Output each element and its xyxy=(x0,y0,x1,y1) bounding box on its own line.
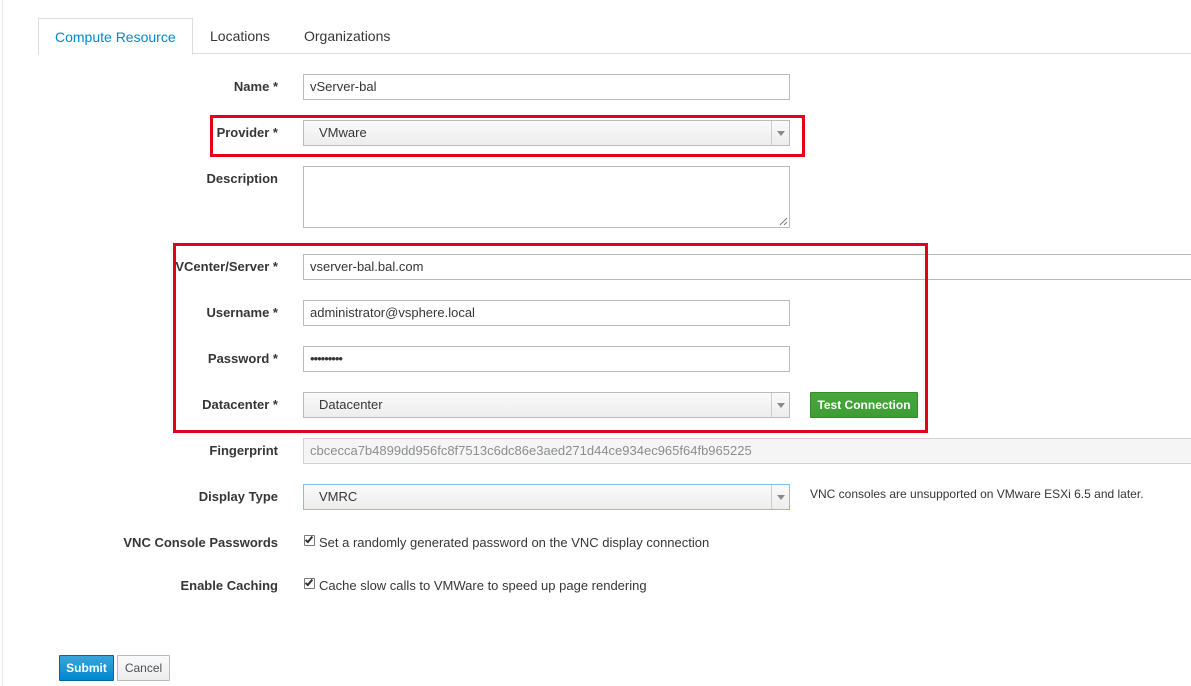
resize-grip-icon[interactable] xyxy=(779,217,788,226)
caching-checkbox[interactable] xyxy=(304,577,315,589)
submit-button[interactable]: Submit xyxy=(59,655,114,681)
chevron-down-icon xyxy=(777,495,785,500)
checkmark-icon xyxy=(304,577,314,587)
display-type-help-text: VNC consoles are unsupported on VMware E… xyxy=(810,487,1144,501)
tab-locations[interactable]: Locations xyxy=(194,18,286,54)
display-type-value: VMRC xyxy=(319,489,358,504)
display-type-label: Display Type xyxy=(198,489,278,504)
checkmark-icon xyxy=(304,534,314,544)
tab-organizations[interactable]: Organizations xyxy=(288,18,406,54)
page-border xyxy=(2,0,3,686)
fingerprint-field: cbcecca7b4899dd956fc8f7513c6dc86e3aed271… xyxy=(303,438,1191,464)
tab-bar: Compute Resource Locations Organizations xyxy=(38,18,1191,55)
vcenter-credentials-highlight-box xyxy=(173,243,928,433)
fingerprint-label: Fingerprint xyxy=(209,443,278,458)
display-type-dropdown-toggle[interactable] xyxy=(771,485,789,509)
name-label: Name * xyxy=(233,79,278,94)
description-textarea[interactable] xyxy=(303,166,790,228)
cancel-button[interactable]: Cancel xyxy=(117,655,170,681)
caching-label: Enable Caching xyxy=(180,578,278,593)
vnc-passwords-text: Set a randomly generated password on the… xyxy=(319,535,710,550)
caching-text: Cache slow calls to VMWare to speed up p… xyxy=(319,578,647,593)
vnc-passwords-checkbox[interactable] xyxy=(304,534,315,546)
vnc-passwords-label: VNC Console Passwords xyxy=(123,535,278,550)
display-type-select[interactable]: VMRC xyxy=(303,484,790,510)
name-input[interactable]: vServer-bal xyxy=(303,74,790,100)
provider-highlight-box xyxy=(210,115,805,157)
tab-compute-resource[interactable]: Compute Resource xyxy=(38,18,193,55)
description-label: Description xyxy=(206,171,278,186)
